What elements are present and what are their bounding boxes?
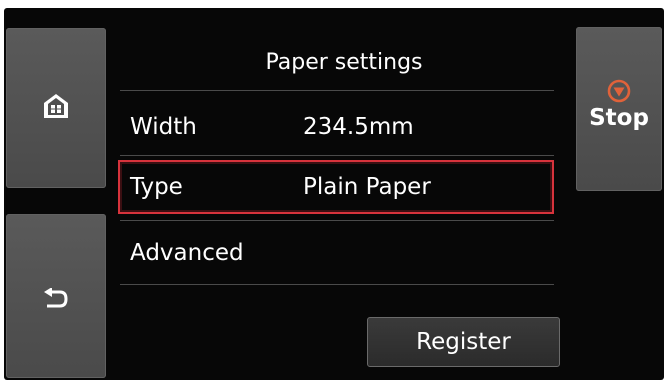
setting-label: Width xyxy=(130,114,197,140)
home-icon xyxy=(43,93,69,123)
page-title: Paper settings xyxy=(265,50,423,75)
setting-value: 234.5mm xyxy=(303,114,414,140)
row-divider xyxy=(120,220,554,221)
setting-row-width[interactable]: Width 234.5mm xyxy=(118,101,554,153)
printer-screen: Stop Paper settings Width 234.5mm Type P… xyxy=(4,8,664,380)
register-button[interactable]: Register xyxy=(367,317,560,367)
back-arrow-icon xyxy=(43,287,69,314)
setting-row-type[interactable]: Type Plain Paper xyxy=(118,160,554,214)
setting-label: Advanced xyxy=(130,240,244,266)
stop-icon xyxy=(607,79,631,107)
setting-value: Plain Paper xyxy=(303,174,431,200)
stop-label: Stop xyxy=(589,105,649,131)
title-divider xyxy=(120,90,554,91)
row-divider xyxy=(120,155,554,156)
setting-row-advanced[interactable]: Advanced xyxy=(118,227,554,279)
setting-label: Type xyxy=(130,174,183,200)
home-button[interactable] xyxy=(6,28,106,188)
row-divider xyxy=(120,284,554,285)
stop-button[interactable]: Stop xyxy=(576,27,662,191)
back-button[interactable] xyxy=(6,214,106,378)
